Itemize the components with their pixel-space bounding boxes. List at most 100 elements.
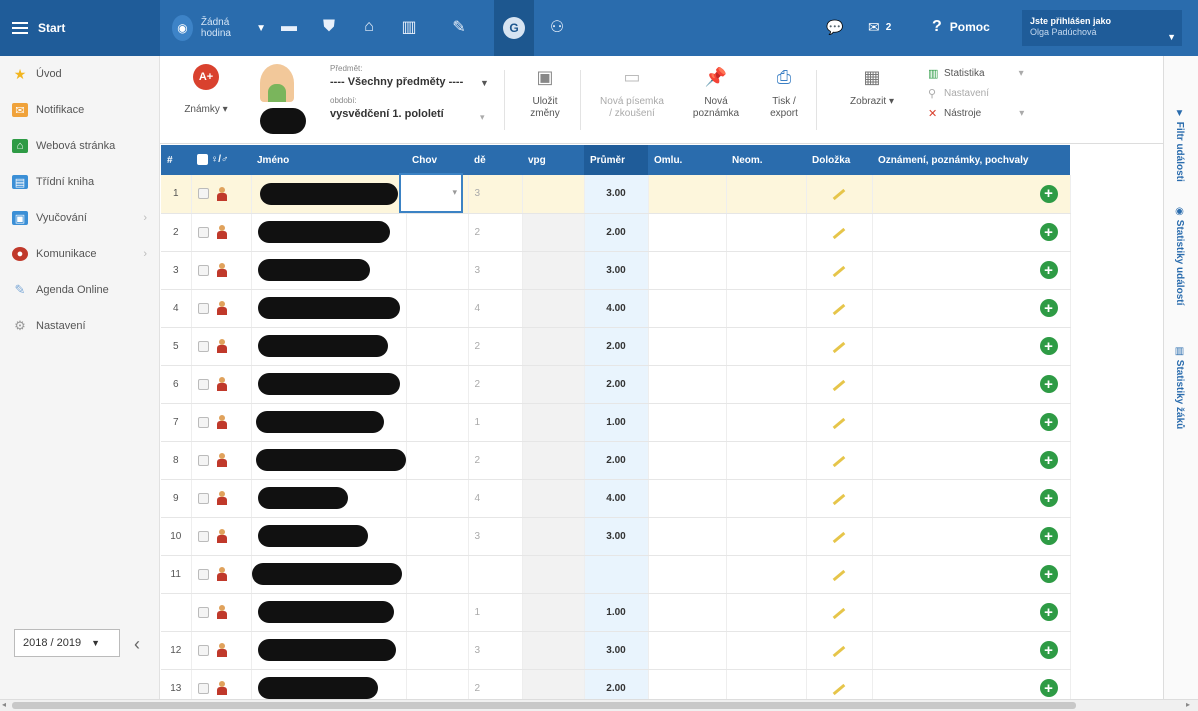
pencil-icon[interactable] (832, 265, 846, 277)
row-checkbox[interactable] (197, 302, 209, 314)
sidebar-item-uvod[interactable]: ★ Úvod (0, 56, 159, 92)
excused-cell[interactable] (648, 593, 727, 632)
pencil-icon[interactable] (832, 227, 846, 239)
dolozka-cell[interactable] (806, 555, 873, 594)
unexcused-cell[interactable] (726, 251, 807, 290)
pencil-icon[interactable] (832, 341, 846, 353)
row-checkbox[interactable] (197, 188, 209, 200)
dv-cell[interactable]: 3 (468, 175, 523, 214)
add-note-icon[interactable]: + (1039, 261, 1058, 279)
dv-cell[interactable]: 2 (468, 441, 523, 480)
col-header-dolozka[interactable]: Doložka (806, 145, 872, 175)
period-select[interactable]: vysvědčení 1. pololetí (330, 108, 444, 120)
unexcused-cell[interactable] (726, 365, 807, 404)
chov-cell[interactable] (406, 441, 469, 480)
pencil-icon[interactable] (832, 683, 846, 695)
excused-cell[interactable] (648, 555, 727, 594)
pencil-icon[interactable] (832, 189, 846, 201)
unexcused-cell[interactable] (726, 631, 807, 670)
vpg-cell[interactable] (522, 403, 585, 442)
row-checkbox[interactable] (197, 454, 209, 466)
add-note-icon[interactable]: + (1039, 679, 1058, 697)
people-icon[interactable]: ⚇ (544, 14, 570, 40)
sidebar-item-agenda-online[interactable]: ✎ Agenda Online (0, 272, 159, 308)
timetable-icon[interactable]: ▬ (276, 14, 302, 40)
dolozka-cell[interactable] (806, 517, 873, 556)
unexcused-cell[interactable] (726, 517, 807, 556)
add-note-icon[interactable]: + (1039, 527, 1058, 545)
col-header-select[interactable]: ♀/♂ (191, 145, 251, 175)
pencil-icon[interactable] (832, 607, 846, 619)
unexcused-cell[interactable] (726, 441, 807, 480)
excused-cell[interactable] (648, 175, 727, 214)
menu-item-nastaveni[interactable]: ⚲ Nastavení (928, 84, 1024, 104)
add-note-icon[interactable]: + (1039, 223, 1058, 241)
pencil-icon[interactable] (832, 645, 846, 657)
chov-cell[interactable] (406, 479, 469, 518)
table-row[interactable]: 3 3 3.00 + (161, 251, 1071, 290)
table-row[interactable]: 1 3 3.00 + (161, 175, 1071, 214)
col-header-average[interactable]: Průměr (584, 145, 648, 175)
student-name-cell[interactable] (251, 517, 407, 556)
dolozka-cell[interactable] (806, 327, 873, 366)
vpg-cell[interactable] (522, 327, 585, 366)
chov-cell[interactable] (406, 593, 469, 632)
vpg-cell[interactable] (522, 213, 585, 252)
pencil-icon[interactable] (832, 417, 846, 429)
scroll-left-icon[interactable]: ◂ (2, 700, 6, 709)
student-name-cell[interactable] (251, 289, 407, 328)
col-header-name[interactable]: Jméno (251, 145, 406, 175)
menu-item-nastroje[interactable]: ✕ Nástroje ▾ (928, 104, 1024, 124)
col-header-omluvene[interactable]: Omlu. (648, 145, 726, 175)
add-note-icon[interactable]: + (1039, 489, 1058, 507)
student-name-cell[interactable] (251, 365, 407, 404)
student-name-cell[interactable] (251, 213, 407, 252)
new-note-button[interactable]: 📌 Nová poznámka (688, 62, 744, 120)
vpg-cell[interactable] (522, 593, 585, 632)
col-header-vpg[interactable]: vpg (522, 145, 584, 175)
vpg-cell[interactable] (522, 365, 585, 404)
sidebar-item-notifikace[interactable]: ✉ Notifikace (0, 92, 159, 128)
table-row[interactable]: 12 3 3.00 + (161, 631, 1071, 670)
sidebar-item-webova-stranka[interactable]: ⌂ Webová stránka (0, 128, 159, 164)
scroll-right-icon[interactable]: ▸ (1186, 700, 1190, 709)
chov-cell[interactable] (406, 213, 469, 252)
row-checkbox[interactable] (197, 606, 209, 618)
table-row[interactable]: 8 2 2.00 + (161, 441, 1071, 480)
show-button[interactable]: ▦ Zobrazit ▾ (832, 62, 912, 108)
row-checkbox[interactable] (197, 264, 209, 276)
save-changes-button[interactable]: ▣ Uložit změny (520, 62, 570, 120)
excused-cell[interactable] (648, 441, 727, 480)
unexcused-cell[interactable] (726, 289, 807, 328)
dolozka-cell[interactable] (806, 441, 873, 480)
student-stats-tab[interactable]: ▥ Statistiky žáků (1174, 346, 1185, 429)
event-stats-tab[interactable]: ◉ Statistiky událostí (1174, 206, 1185, 305)
unexcused-cell[interactable] (726, 213, 807, 252)
dolozka-cell[interactable] (806, 403, 873, 442)
collapse-sidebar-icon[interactable]: ‹ (134, 634, 140, 655)
vpg-cell[interactable] (522, 175, 585, 214)
dolozka-cell[interactable] (806, 593, 873, 632)
ruler-icon[interactable]: ✎ (446, 14, 472, 40)
dolozka-cell[interactable] (806, 213, 873, 252)
add-note-icon[interactable]: + (1039, 641, 1058, 659)
shield-icon[interactable]: ⛊ (316, 14, 342, 40)
sidebar-item-nastaveni[interactable]: ⚙ Nastavení (0, 308, 159, 344)
unexcused-cell[interactable] (726, 593, 807, 632)
excused-cell[interactable] (648, 365, 727, 404)
dolozka-cell[interactable] (806, 631, 873, 670)
pencil-icon[interactable] (832, 303, 846, 315)
menu-item-statistika[interactable]: ▥ Statistika ▾ (928, 64, 1024, 84)
excused-cell[interactable] (648, 289, 727, 328)
excused-cell[interactable] (648, 403, 727, 442)
pencil-icon[interactable] (832, 569, 846, 581)
sidebar-item-komunikace[interactable]: ● Komunikace › (0, 236, 159, 272)
pencil-icon[interactable] (832, 531, 846, 543)
chov-cell[interactable] (406, 517, 469, 556)
table-row[interactable]: 2 2 2.00 + (161, 213, 1071, 252)
sidebar-item-vyucovani[interactable]: ▣ Vyučování › (0, 200, 159, 236)
chov-cell[interactable] (406, 365, 469, 404)
excused-cell[interactable] (648, 251, 727, 290)
pencil-icon[interactable] (832, 493, 846, 505)
add-note-icon[interactable]: + (1039, 375, 1058, 393)
